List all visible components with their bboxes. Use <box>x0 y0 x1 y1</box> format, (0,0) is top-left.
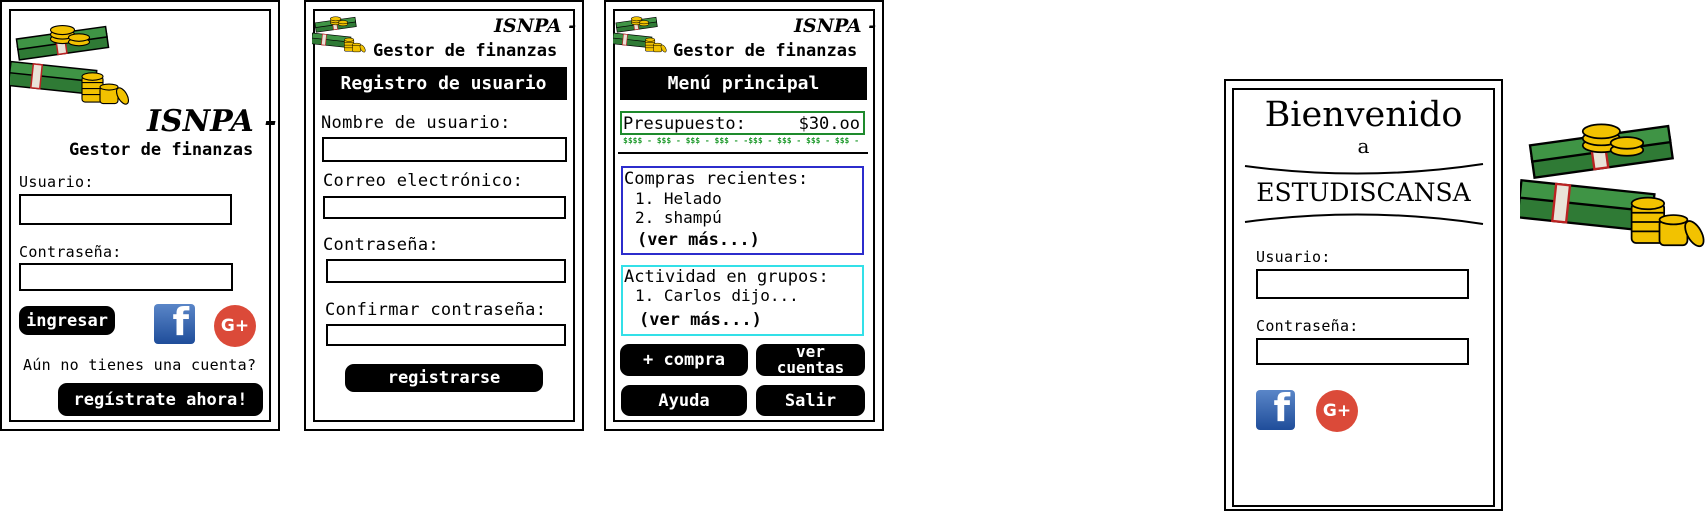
group-activity-title: Actividad en grupos: <box>624 267 829 287</box>
register-button[interactable]: registrarse <box>345 364 543 392</box>
password-label: Contraseña: <box>323 235 439 255</box>
money-strip: $$$$ - $$$ - $$$ - $$$ - -$$$ - $$$ - $$… <box>623 136 860 145</box>
facebook-icon[interactable]: f <box>154 304 195 344</box>
register-now-button[interactable]: regístrate ahora! <box>58 383 263 416</box>
google-plus-glyph: G+ <box>1322 401 1352 421</box>
welcome-connector: a <box>1357 134 1370 158</box>
add-purchase-button[interactable]: + compra <box>620 344 748 376</box>
budget-label: Presupuesto: <box>623 114 746 134</box>
confirm-password-label: Confirmar contraseña: <box>325 300 547 320</box>
login-button[interactable]: ingresar <box>19 306 115 335</box>
user-label: Usuario: <box>19 173 94 191</box>
brand-name: ISNPA - <box>494 15 577 37</box>
group-activity-box[interactable]: Actividad en grupos: 1. Carlos dijo... (… <box>621 265 864 336</box>
recent-purchases-title: Compras recientes: <box>624 169 809 189</box>
brand-name: ISNPA - <box>147 104 277 139</box>
recent-see-more-link[interactable]: (ver más...) <box>637 230 760 250</box>
username-label: Nombre de usuario: <box>321 113 511 133</box>
group-activity-item: 1. Carlos dijo... <box>635 286 799 305</box>
password-input[interactable] <box>326 259 566 283</box>
email-input[interactable] <box>323 196 566 219</box>
google-plus-glyph: G+ <box>220 316 250 336</box>
user-input[interactable] <box>1256 269 1469 299</box>
divider <box>618 152 868 154</box>
password-input[interactable] <box>1256 338 1469 365</box>
budget-box: Presupuesto: $30.oo <box>620 111 865 135</box>
brand-subtitle: Gestor de finanzas <box>373 41 558 61</box>
brand-subtitle: Gestor de finanzas <box>673 41 858 61</box>
money-logo-icon <box>312 16 366 54</box>
welcome-title: Bienvenido <box>1264 95 1463 135</box>
password-input[interactable] <box>19 263 233 291</box>
facebook-icon[interactable]: f <box>1256 390 1295 430</box>
password-label: Contraseña: <box>1256 317 1359 335</box>
google-plus-icon[interactable]: G+ <box>1316 390 1358 432</box>
budget-value: $30.oo <box>798 114 860 134</box>
confirm-password-input[interactable] <box>326 324 566 346</box>
money-logo-icon <box>613 16 667 54</box>
recent-item: 2. shampú <box>635 208 722 227</box>
menu-header: Menú principal <box>620 67 867 100</box>
password-label: Contraseña: <box>19 243 122 261</box>
no-account-text: Aún no tienes una cuenta? <box>23 356 257 374</box>
email-label: Correo electrónico: <box>323 171 524 191</box>
group-see-more-link[interactable]: (ver más...) <box>639 310 762 330</box>
money-logo-icon <box>10 24 130 107</box>
facebook-glyph: f <box>172 304 189 344</box>
app-name: ESTUDISCANSA <box>1256 178 1471 207</box>
google-plus-icon[interactable]: G+ <box>214 305 256 347</box>
view-accounts-button[interactable]: ver cuentas <box>756 344 865 376</box>
brand-subtitle: Gestor de finanzas <box>69 140 254 160</box>
money-pile-icon <box>1520 123 1706 251</box>
user-label: Usuario: <box>1256 248 1331 266</box>
exit-button[interactable]: Salir <box>756 385 865 416</box>
recent-purchases-box[interactable]: Compras recientes: 1. Helado 2. shampú (… <box>621 166 864 255</box>
facebook-glyph: f <box>1273 390 1290 430</box>
recent-item: 1. Helado <box>635 189 722 208</box>
brand-name: ISNPA - <box>794 15 877 37</box>
user-input[interactable] <box>19 194 232 225</box>
register-header: Registro de usuario <box>320 67 567 100</box>
help-button[interactable]: Ayuda <box>621 385 747 416</box>
username-input[interactable] <box>322 137 567 162</box>
